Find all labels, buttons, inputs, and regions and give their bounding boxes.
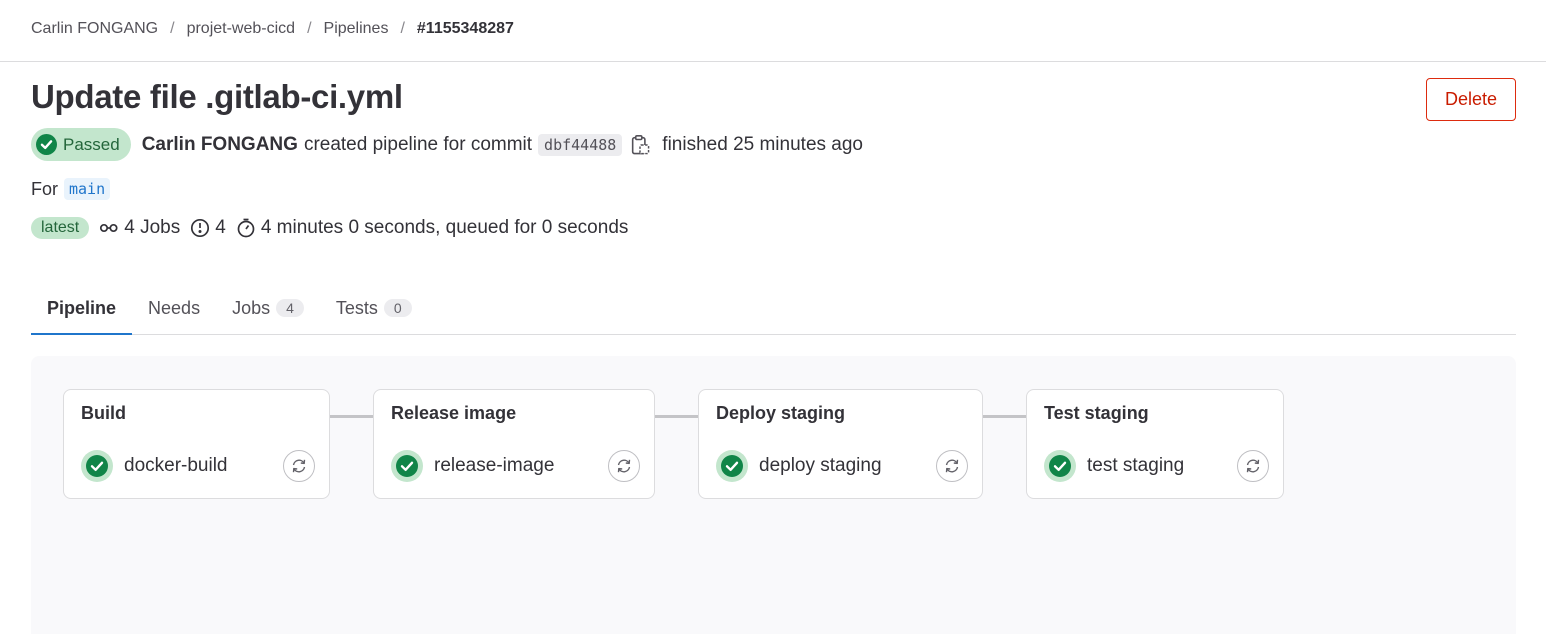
- check-circle-icon: [391, 450, 423, 482]
- job-name: release-image: [434, 455, 555, 476]
- stages-icon: [191, 218, 210, 238]
- action-text: created pipeline for commit: [303, 133, 533, 155]
- delete-button[interactable]: Delete: [1426, 78, 1516, 121]
- breadcrumb-user[interactable]: Carlin FONGANG: [31, 20, 158, 38]
- tab-jobs[interactable]: Jobs 4: [216, 282, 320, 334]
- page-title: Update file .gitlab-ci.yml: [31, 78, 403, 115]
- branch-row: For main: [31, 177, 111, 201]
- duration-text: 4 minutes 0 seconds, queued for 0 second…: [260, 217, 629, 238]
- retry-button[interactable]: [608, 450, 640, 482]
- tab-label: Tests: [335, 297, 378, 318]
- breadcrumb-separator: /: [170, 20, 175, 37]
- header-divider: [0, 61, 1546, 62]
- tab-label: Pipeline: [47, 297, 117, 318]
- jobs-count-text: 4 Jobs: [124, 217, 181, 238]
- commit-sha-link[interactable]: dbf44488: [538, 133, 623, 156]
- stages-count-text: 4: [215, 217, 226, 238]
- latest-badge: latest: [31, 217, 90, 239]
- breadcrumb-separator: /: [400, 20, 405, 37]
- stage-connector: [654, 415, 699, 418]
- stage-release-image: Release image release-image: [373, 389, 655, 499]
- stage-build: Build docker-build: [63, 389, 330, 499]
- check-circle-icon: [81, 450, 113, 482]
- retry-icon: [292, 459, 306, 473]
- pipeline-icon: [100, 223, 118, 233]
- job-item[interactable]: deploy staging: [716, 449, 968, 483]
- tab-tests[interactable]: Tests 0: [320, 282, 428, 334]
- breadcrumb-pipelines[interactable]: Pipelines: [324, 20, 389, 38]
- check-circle-icon: [716, 450, 748, 482]
- tab-pipeline[interactable]: Pipeline: [31, 282, 133, 335]
- status-badge[interactable]: Passed: [31, 128, 131, 161]
- retry-button[interactable]: [936, 450, 968, 482]
- clipboard-icon[interactable]: [630, 134, 650, 156]
- stage-connector: [329, 415, 374, 418]
- breadcrumb-project[interactable]: projet-web-cicd: [187, 20, 295, 38]
- tab-count-badge: 4: [276, 299, 304, 317]
- pipeline-info: latest 4 Jobs 4 4 minutes 0 seconds, que…: [31, 214, 638, 242]
- stage-test-staging: Test staging test staging: [1026, 389, 1284, 499]
- retry-button[interactable]: [283, 450, 315, 482]
- job-name: docker-build: [124, 455, 228, 476]
- status-text: Passed: [63, 134, 120, 154]
- branch-link[interactable]: main: [64, 178, 111, 200]
- stage-title: Build: [81, 403, 126, 423]
- job-item[interactable]: test staging: [1044, 449, 1269, 483]
- finished-text: finished 25 minutes ago: [662, 133, 863, 155]
- check-circle-icon: [1044, 450, 1076, 482]
- job-name: test staging: [1087, 455, 1185, 476]
- author-link[interactable]: Carlin FONGANG: [142, 134, 298, 156]
- duration: 4 minutes 0 seconds, queued for 0 second…: [236, 217, 629, 239]
- tab-label: Needs: [148, 297, 201, 318]
- breadcrumb-separator: /: [307, 20, 312, 37]
- pipeline-meta: Passed Carlin FONGANG created pipeline f…: [31, 128, 863, 161]
- stages-count: 4: [190, 217, 226, 239]
- breadcrumb: Carlin FONGANG / projet-web-cicd / Pipel…: [31, 19, 514, 39]
- retry-icon: [1246, 459, 1260, 473]
- job-item[interactable]: release-image: [391, 449, 640, 483]
- stage-title: Deploy staging: [716, 403, 846, 423]
- job-name: deploy staging: [759, 455, 882, 476]
- retry-button[interactable]: [1237, 450, 1269, 482]
- retry-icon: [617, 459, 631, 473]
- stage-connector: [982, 415, 1027, 418]
- timer-icon: [237, 218, 255, 238]
- tab-count-badge: 0: [383, 299, 412, 317]
- pipeline-tabs: Pipeline Needs Jobs 4 Tests 0: [31, 282, 1516, 335]
- tab-needs[interactable]: Needs: [132, 282, 216, 334]
- stage-title: Release image: [391, 403, 517, 423]
- tab-label: Jobs: [232, 297, 271, 318]
- stage-deploy-staging: Deploy staging deploy staging: [698, 389, 983, 499]
- job-item[interactable]: docker-build: [81, 449, 315, 483]
- stage-title: Test staging: [1044, 403, 1149, 423]
- for-label: For: [31, 178, 58, 199]
- check-circle-icon: [36, 134, 57, 155]
- breadcrumb-pipeline-id[interactable]: #1155348287: [417, 20, 514, 38]
- retry-icon: [945, 459, 959, 473]
- jobs-count: 4 Jobs: [99, 217, 180, 239]
